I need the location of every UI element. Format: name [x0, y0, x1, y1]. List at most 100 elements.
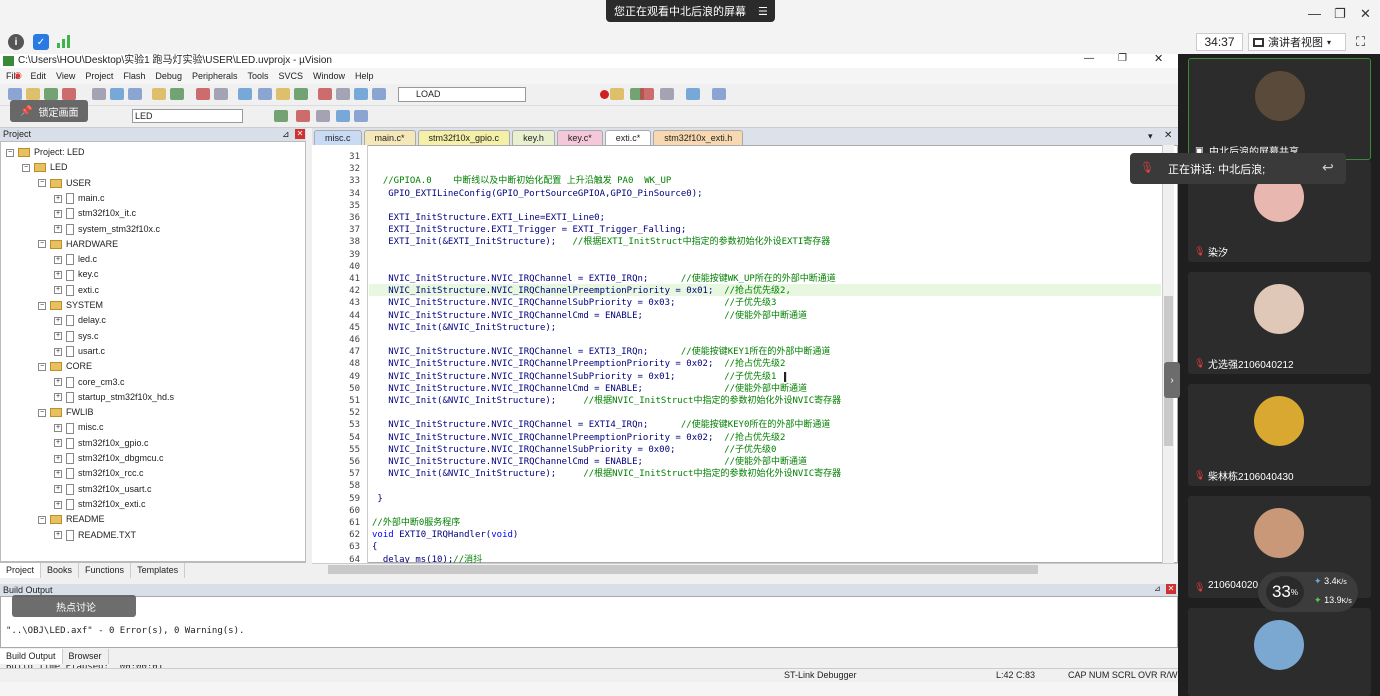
code-line[interactable]: {: [372, 541, 377, 553]
menu-icon[interactable]: ☰: [758, 5, 768, 18]
editor-tab[interactable]: stm32f10x_gpio.c: [417, 130, 511, 145]
toolbar-icon[interactable]: [170, 88, 184, 100]
menu-item-peripherals[interactable]: Peripherals: [192, 68, 238, 84]
expand-icon[interactable]: +: [54, 439, 62, 448]
menu-item-tools[interactable]: Tools: [247, 68, 268, 84]
toolbar-icon[interactable]: [258, 88, 272, 100]
code-line[interactable]: }: [372, 493, 382, 505]
presenter-view-button[interactable]: 演讲者视图 ▾: [1248, 33, 1346, 51]
code-line[interactable]: //GPIOA.0 中断线以及中断初始化配置 上升沿触发 PA0 WK_UP: [372, 175, 671, 187]
collapse-icon[interactable]: −: [38, 240, 46, 249]
expand-icon[interactable]: +: [54, 485, 62, 494]
close-tab-icon[interactable]: ✕: [1164, 130, 1172, 141]
code-line[interactable]: NVIC_Init(&NVIC_InitStructure);: [372, 322, 556, 334]
code-line[interactable]: EXTI_InitStructure.EXTI_Trigger = EXTI_T…: [372, 224, 686, 236]
toolbar-icon[interactable]: [276, 88, 290, 100]
editor-tab[interactable]: key.h: [512, 130, 555, 145]
code-line[interactable]: NVIC_InitStructure.NVIC_IRQChannelCmd = …: [372, 456, 807, 468]
collapse-icon[interactable]: −: [38, 515, 46, 524]
tree-item[interactable]: + README.TXT: [54, 528, 136, 542]
toolbar-icon[interactable]: [318, 88, 332, 100]
tree-item[interactable]: + startup_stm32f10x_hd.s: [54, 390, 174, 404]
menu-item-svcs[interactable]: SVCS: [279, 68, 304, 84]
tree-item[interactable]: + main.c: [54, 191, 105, 205]
editor-tab[interactable]: main.c*: [363, 130, 416, 145]
tree-item[interactable]: + led.c: [54, 252, 97, 266]
load-label[interactable]: LOAD: [416, 89, 441, 99]
toolbar-icon[interactable]: [62, 88, 76, 100]
expand-icon[interactable]: +: [54, 194, 62, 203]
tree-item[interactable]: − USER: [38, 176, 91, 190]
menu-item-view[interactable]: View: [56, 68, 75, 84]
code-line[interactable]: NVIC_InitStructure.NVIC_IRQChannelPreemp…: [372, 432, 785, 444]
build-pin-icon[interactable]: ⊿: [1154, 584, 1161, 593]
tree-item[interactable]: + stm32f10x_usart.c: [54, 482, 152, 496]
tab-functions[interactable]: Functions: [79, 563, 132, 578]
code-line[interactable]: NVIC_InitStructure.NVIC_IRQChannel = EXT…: [372, 419, 830, 431]
restore-icon[interactable]: ❐: [1334, 6, 1346, 22]
target-select[interactable]: LED: [132, 109, 243, 123]
tab-templates[interactable]: Templates: [131, 563, 186, 578]
code-line[interactable]: EXTI_Init(&EXTI_InitStructure); //根据EXTI…: [372, 236, 830, 248]
expand-icon[interactable]: +: [54, 531, 62, 540]
tab-books[interactable]: Books: [41, 563, 80, 578]
expand-icon[interactable]: +: [54, 286, 62, 295]
collapse-panel-icon[interactable]: ›: [1164, 362, 1180, 398]
toolbar-icon[interactable]: [44, 88, 58, 100]
share-banner[interactable]: 您正在观看中北后浪的屏幕 ☰: [606, 0, 775, 22]
toolbar-icon[interactable]: [354, 88, 368, 100]
expand-icon[interactable]: +: [54, 255, 62, 264]
expand-icon[interactable]: +: [54, 347, 62, 356]
tab-browser[interactable]: Browser: [63, 649, 109, 664]
menu-item-flash[interactable]: Flash: [123, 68, 145, 84]
tab-build-output[interactable]: Build Output: [0, 649, 63, 664]
collapse-icon[interactable]: −: [22, 163, 30, 172]
hot-topic-tag[interactable]: 热点讨论: [12, 595, 136, 617]
expand-icon[interactable]: +: [54, 393, 62, 402]
tree-item[interactable]: − HARDWARE: [38, 237, 118, 251]
ide-minimize-icon[interactable]: —: [1084, 53, 1094, 64]
toolbar-icon[interactable]: [8, 88, 22, 100]
code-line[interactable]: NVIC_InitStructure.NVIC_IRQChannelSubPri…: [372, 297, 776, 309]
tree-item[interactable]: + exti.c: [54, 283, 99, 297]
minimize-icon[interactable]: —: [1308, 6, 1321, 21]
code-line[interactable]: EXTI_InitStructure.EXTI_Line=EXTI_Line0;: [372, 212, 605, 224]
toolbar-icon[interactable]: [336, 88, 350, 100]
code-line[interactable]: NVIC_InitStructure.NVIC_IRQChannelCmd = …: [372, 383, 807, 395]
tree-item[interactable]: − Project: LED: [6, 145, 85, 159]
toolbar-icon[interactable]: [238, 88, 252, 100]
code-line[interactable]: NVIC_InitStructure.NVIC_IRQChannel = EXT…: [372, 273, 836, 285]
tree-item[interactable]: − README: [38, 512, 105, 526]
participant-card[interactable]: ▣中北后浪的屏幕共享: [1188, 58, 1371, 160]
menu-item-project[interactable]: Project: [85, 68, 113, 84]
code-line[interactable]: void EXTI0_IRQHandler(void): [372, 529, 518, 541]
tree-item[interactable]: − LED: [22, 160, 68, 174]
toolbar-icon[interactable]: [128, 88, 142, 100]
toolbar-icon[interactable]: [686, 88, 700, 100]
editor-tab[interactable]: stm32f10x_exti.h: [653, 130, 744, 145]
tree-item[interactable]: + core_cm3.c: [54, 375, 125, 389]
ide-maximize-icon[interactable]: ❐: [1118, 53, 1127, 64]
tab-list-icon[interactable]: ▾: [1148, 131, 1153, 142]
toolbar-icon[interactable]: [152, 88, 166, 100]
breakpoint-icon[interactable]: [600, 90, 609, 99]
tree-item[interactable]: + stm32f10x_gpio.c: [54, 436, 149, 450]
toolbar-icon[interactable]: [214, 88, 228, 100]
tree-item[interactable]: + stm32f10x_it.c: [54, 206, 136, 220]
toolbar-icon[interactable]: [640, 88, 654, 100]
menu-item-window[interactable]: Window: [313, 68, 345, 84]
tree-item[interactable]: + usart.c: [54, 344, 105, 358]
expand-icon[interactable]: +: [54, 469, 62, 478]
tree-item[interactable]: + misc.c: [54, 420, 104, 434]
reply-icon[interactable]: ↩: [1322, 159, 1334, 176]
expand-icon[interactable]: +: [54, 378, 62, 387]
expand-icon[interactable]: +: [54, 209, 62, 218]
toolbar-icon[interactable]: [372, 88, 386, 100]
close-panel-icon[interactable]: ✕: [295, 129, 305, 139]
expand-icon[interactable]: +: [54, 424, 62, 433]
shield-icon[interactable]: ✓: [33, 34, 49, 50]
editor-tab[interactable]: key.c*: [556, 130, 603, 145]
tree-item[interactable]: − CORE: [38, 359, 92, 373]
participant-card[interactable]: 🎙 尤选强2106040212: [1188, 272, 1371, 374]
code-line[interactable]: GPIO_EXTILineConfig(GPIO_PortSourceGPIOA…: [372, 188, 702, 200]
